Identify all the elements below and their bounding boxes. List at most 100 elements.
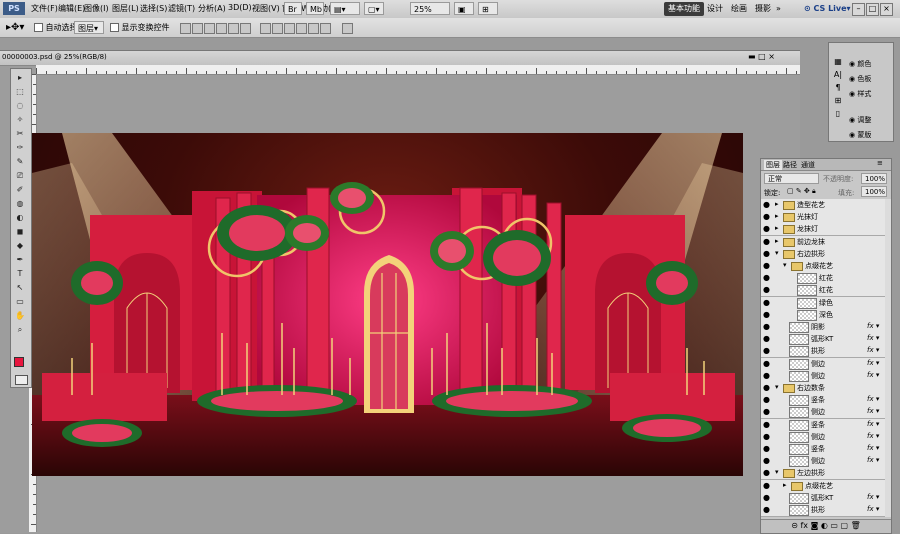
layer-effects-icon[interactable]: fx ▾ — [867, 407, 879, 415]
layer-row[interactable]: ● ▸ 造型花艺 — [761, 199, 885, 212]
layer-effects-icon[interactable]: fx ▾ — [867, 334, 879, 342]
align-icon[interactable] — [260, 23, 271, 34]
clone-stamp-icon[interactable]: ✐ — [13, 185, 27, 194]
zoom-percent-dropdown[interactable]: ▢▾ — [364, 2, 384, 15]
visibility-eye-icon[interactable]: ● — [763, 469, 770, 477]
move-tool-icon[interactable]: ▸ — [13, 73, 27, 82]
brush-tool-icon[interactable]: ⎚ — [13, 171, 27, 180]
gradient-tool-icon[interactable]: ◼ — [13, 227, 27, 236]
layer-row[interactable]: ● 深色 — [761, 308, 885, 322]
visibility-eye-icon[interactable]: ● — [763, 249, 770, 258]
visibility-eye-icon[interactable]: ● — [763, 335, 770, 343]
menu-item[interactable]: 分析(A) — [198, 3, 226, 14]
expand-arrow-icon[interactable]: ▸ — [775, 237, 779, 245]
layer-row[interactable]: ● 红花 — [761, 284, 885, 298]
menu-item[interactable]: 文件(F) — [31, 3, 58, 14]
visibility-eye-icon[interactable]: ● — [763, 445, 770, 453]
visibility-eye-icon[interactable]: ● — [763, 237, 770, 246]
minimize-button[interactable]: – — [852, 3, 865, 16]
eraser-tool-icon[interactable]: ◐ — [13, 213, 27, 222]
align-icon[interactable] — [320, 23, 331, 34]
mini-panel-button[interactable]: ◉ 样式 — [849, 89, 871, 99]
visibility-eye-icon[interactable]: ● — [763, 359, 770, 368]
healing-brush-icon[interactable]: ✎ — [13, 157, 27, 166]
minibridge-icon[interactable]: Mb — [306, 2, 324, 15]
eyedropper-tool-icon[interactable]: ✑ — [13, 143, 27, 152]
visibility-eye-icon[interactable]: ● — [763, 457, 770, 465]
menu-item[interactable]: 滤镜(T) — [168, 3, 195, 14]
visibility-eye-icon[interactable]: ● — [763, 408, 770, 416]
doc-window-buttons[interactable]: ▬ □ × — [748, 52, 775, 61]
expand-arrow-icon[interactable]: ▸ — [775, 224, 779, 232]
expand-arrow-icon[interactable]: ▸ — [775, 212, 779, 220]
align-icon[interactable] — [308, 23, 319, 34]
layers-footer-buttons[interactable]: ⊝ fx ◙ ◐ ▭ ▢ 🗑︎ — [761, 519, 891, 533]
workspace-paint[interactable]: 绘画 — [727, 2, 751, 16]
expand-arrow-icon[interactable]: ▸ — [783, 481, 787, 489]
visibility-eye-icon[interactable]: ● — [763, 213, 770, 221]
mini-panel-button[interactable]: ◉ 蒙版 — [849, 130, 871, 140]
menu-item[interactable]: 选择(S) — [140, 3, 167, 14]
auto-select-checkbox[interactable] — [34, 23, 43, 32]
align-icon[interactable] — [216, 23, 227, 34]
zoom-tool-icon[interactable]: ⌕ — [13, 325, 27, 334]
document-tab[interactable]: 00000003.psd @ 25%(RGB/8) ▬ □ × — [0, 51, 800, 66]
layer-effects-icon[interactable]: fx ▾ — [867, 456, 879, 464]
layer-effects-icon[interactable]: fx ▾ — [867, 505, 879, 513]
transform-controls-option[interactable]: 显示变换控件 — [110, 22, 170, 33]
menu-item[interactable]: 图像(I) — [84, 3, 109, 14]
visibility-eye-icon[interactable]: ● — [763, 262, 770, 270]
layer-row[interactable]: ● 竖条 fx ▾ — [761, 443, 885, 456]
visibility-eye-icon[interactable]: ● — [763, 323, 770, 331]
visibility-eye-icon[interactable]: ● — [763, 274, 770, 282]
menu-item[interactable]: 3D(D) — [228, 3, 252, 12]
history-brush-icon[interactable]: ◍ — [13, 199, 27, 208]
visibility-eye-icon[interactable]: ● — [763, 420, 770, 429]
layer-row[interactable]: ● ▾ 左边拱形 — [761, 467, 885, 481]
workspace-more[interactable]: » — [772, 2, 785, 16]
transform-controls-checkbox[interactable] — [110, 23, 119, 32]
blend-mode-select[interactable]: 正常 — [764, 173, 819, 184]
blur-tool-icon[interactable]: ◆ — [13, 241, 27, 250]
hand-tool-icon[interactable]: ✋ — [13, 311, 27, 320]
layer-row[interactable]: ● ▸ 龙抹灯 — [761, 223, 885, 237]
layer-row[interactable]: ● ▾ 点缀花艺 — [761, 260, 885, 273]
fill-input[interactable]: 100% — [861, 186, 887, 197]
layer-row[interactable]: ● 侧边 fx ▾ — [761, 406, 885, 420]
layer-effects-icon[interactable]: fx ▾ — [867, 346, 879, 354]
mini-panel-button[interactable]: ◉ 色板 — [849, 74, 871, 84]
tab-layers[interactable]: 图层 — [764, 160, 782, 170]
marquee-tool-icon[interactable]: ⬚ — [13, 87, 27, 96]
bridge-icon[interactable]: Br — [284, 2, 302, 15]
path-select-icon[interactable]: ↖ — [13, 283, 27, 292]
layers-scrollbar[interactable] — [885, 199, 891, 517]
visibility-eye-icon[interactable]: ● — [763, 481, 770, 490]
layer-row[interactable]: ● 竖条 fx ▾ — [761, 394, 885, 408]
lasso-tool-icon[interactable]: ◌ — [13, 101, 27, 110]
align-icon[interactable] — [228, 23, 239, 34]
layer-row[interactable]: ● ▾ 右边数条 — [761, 382, 885, 395]
layer-effects-icon[interactable]: fx ▾ — [867, 420, 879, 428]
type-tool-icon[interactable]: T — [13, 269, 27, 278]
close-button[interactable]: × — [880, 3, 893, 16]
layer-row[interactable]: ● ▸ 点缀花艺 — [761, 479, 885, 493]
layer-row[interactable]: ● 阴影 fx ▾ — [761, 321, 885, 334]
layer-effects-icon[interactable]: fx ▾ — [867, 371, 879, 379]
lock-icons[interactable]: ▢ ✎ ✥ 🔒︎ — [787, 187, 816, 196]
layer-row[interactable]: ● 侧边 fx ▾ — [761, 369, 885, 383]
layer-row[interactable]: ● 拱形 fx ▾ — [761, 345, 885, 359]
maximize-button[interactable]: □ — [866, 3, 879, 16]
foreground-color-swatch[interactable] — [14, 357, 24, 367]
layer-row[interactable]: ● 侧边 fx ▾ — [761, 455, 885, 469]
pen-tool-icon[interactable]: ✒ — [13, 255, 27, 264]
visibility-eye-icon[interactable]: ● — [763, 286, 770, 294]
shape-tool-icon[interactable]: ▭ — [13, 297, 27, 306]
collapse-arrow-icon[interactable]: ▾ — [775, 383, 779, 391]
layer-effects-icon[interactable]: fx ▾ — [867, 444, 879, 452]
mini-panel-button[interactable]: ◉ 调整 — [849, 115, 871, 125]
layer-row[interactable]: ● 拱形 fx ▾ — [761, 504, 885, 517]
tab-paths[interactable]: 路径 — [783, 160, 797, 170]
visibility-eye-icon[interactable]: ● — [763, 201, 770, 209]
layer-row[interactable]: ● 弧形KT fx ▾ — [761, 333, 885, 347]
layer-row[interactable]: ● 侧边 fx ▾ — [761, 430, 885, 444]
